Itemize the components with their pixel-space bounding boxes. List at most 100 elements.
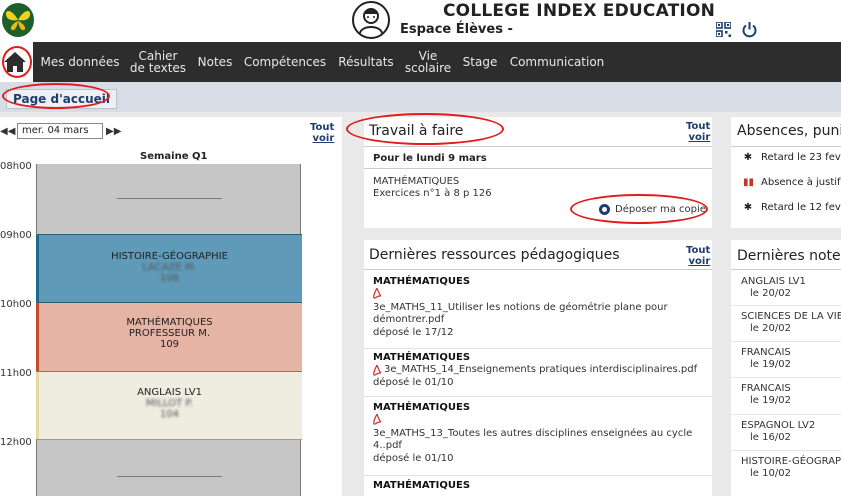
grade-subject: SCIENCES DE LA VIE: [741, 311, 841, 322]
divider: [364, 475, 712, 476]
agenda-see-all-line2: voir: [312, 133, 335, 144]
absences-card: Absences, puni ✱ Retard le 23 fev. ▮▮ Ab…: [731, 117, 841, 228]
grade-item[interactable]: FRANCAIS le 19/02: [741, 347, 791, 371]
homework-see-all-line2: voir: [688, 132, 711, 143]
divider: [364, 348, 712, 349]
nav-communication[interactable]: Communication: [508, 42, 606, 82]
homework-see-all-link[interactable]: Tout voir: [686, 121, 710, 143]
school-name: COLLEGE INDEX EDUCATION: [443, 1, 716, 21]
grade-date: le 10/02: [750, 468, 791, 479]
resource-file: 3e_MATHS_14_Enseignements pratiques inte…: [384, 364, 698, 375]
qr-code-icon[interactable]: [716, 22, 731, 37]
hour-label: 09h00: [0, 230, 32, 241]
divider: [731, 305, 841, 306]
student-avatar-icon[interactable]: [352, 1, 390, 39]
resources-card: Dernières ressources pédagogiques Tout v…: [364, 240, 712, 496]
course-room: 108: [159, 273, 180, 284]
tab-page-accueil[interactable]: Page d'accueil: [6, 89, 117, 109]
course-subject: ANGLAIS LV1: [137, 387, 202, 398]
grade-item[interactable]: ESPAGNOL LV2 le 16/02: [741, 420, 815, 444]
homework-title: Travail à faire: [369, 123, 464, 139]
running-icon: ✱: [743, 152, 753, 163]
divider: [731, 414, 841, 415]
divider: [731, 269, 841, 270]
resource-item[interactable]: MATHÉMATIQUES 3e_MATHS_13_Toutes les aut…: [373, 402, 708, 464]
grades-title: Dernières notes: [737, 248, 841, 264]
course-mathematiques[interactable]: MATHÉMATIQUES PROFESSEUR M. 109: [36, 303, 302, 372]
grade-subject: FRANCAIS: [741, 383, 791, 394]
absence-icon: ▮▮: [743, 177, 755, 188]
course-room: 109: [159, 339, 180, 350]
top-header: COLLEGE INDEX EDUCATION Espace Élèves -: [0, 0, 841, 42]
nav-notes[interactable]: Notes: [195, 42, 235, 82]
homework-text: Exercices n°1 à 8 p 126: [373, 188, 492, 199]
resource-subject: MATHÉMATIQUES: [373, 276, 471, 287]
cal-divider: [117, 198, 222, 199]
logo-butterfly-icon[interactable]: [2, 3, 34, 37]
grade-date: le 19/02: [750, 395, 791, 406]
divider: [731, 450, 841, 451]
absence-item[interactable]: ▮▮ Absence à justif: [743, 177, 841, 188]
absence-item[interactable]: ✱ Retard le 12 fev.: [743, 202, 841, 213]
home-icon: [4, 52, 26, 72]
main-nav: Mes données Cahier de textes Notes Compé…: [0, 42, 841, 82]
grade-item[interactable]: FRANCAIS le 19/02: [741, 383, 791, 407]
running-icon: ✱: [743, 202, 753, 213]
grade-date: le 20/02: [750, 288, 791, 299]
grades-card: Dernières notes ANGLAIS LV1 le 20/02 SCI…: [731, 240, 841, 496]
power-icon[interactable]: [741, 21, 758, 38]
date-field[interactable]: mer. 04 mars: [17, 123, 103, 139]
resources-see-all-link[interactable]: Tout voir: [686, 245, 710, 267]
deposit-copy-button[interactable]: Déposer ma copie: [599, 204, 706, 215]
nav-mes-donnees[interactable]: Mes données: [40, 42, 120, 82]
divider: [364, 168, 712, 169]
absence-text: Retard le 23 fev.: [761, 152, 841, 163]
course-room: 104: [159, 409, 180, 420]
absences-title: Absences, puni: [737, 123, 841, 139]
agenda-see-all-link[interactable]: Tout voir: [310, 122, 334, 144]
divider: [731, 377, 841, 378]
absence-text: Absence à justif: [761, 177, 841, 188]
grade-subject: FRANCAIS: [741, 347, 791, 358]
grade-date: le 16/02: [750, 432, 791, 443]
grade-subject: HISTOIRE-GÉOGRAP: [741, 456, 841, 467]
resource-file: 3e_MATHS_13_Toutes les autres discipline…: [373, 428, 693, 451]
grade-item[interactable]: ANGLAIS LV1 le 20/02: [741, 276, 806, 300]
home-button[interactable]: [0, 42, 33, 82]
grade-subject: ESPAGNOL LV2: [741, 420, 816, 431]
resources-title: Dernières ressources pédagogiques: [369, 247, 620, 263]
resource-item[interactable]: MATHÉMATIQUES 3e_MATHS_11_Utiliser les n…: [373, 276, 708, 338]
nav-competences[interactable]: Compétences: [243, 42, 327, 82]
prev-day-icon[interactable]: ◀◀: [0, 126, 15, 137]
grade-date: le 19/02: [750, 359, 791, 370]
nav-vie-scolaire[interactable]: Vie scolaire: [402, 42, 454, 82]
hour-label: 08h00: [0, 161, 32, 172]
divider: [364, 396, 712, 397]
date-control: ◀◀ mer. 04 mars ▶▶: [0, 123, 121, 139]
course-subject: MATHÉMATIQUES: [126, 317, 213, 328]
divider: [364, 269, 712, 270]
resource-subject: MATHÉMATIQUES: [373, 480, 471, 491]
course-teacher: LACAZE M.: [142, 262, 197, 273]
absence-item[interactable]: ✱ Retard le 23 fev.: [743, 152, 841, 163]
nav-stage[interactable]: Stage: [461, 42, 499, 82]
next-day-icon[interactable]: ▶▶: [106, 126, 121, 137]
resource-file: 3e_MATHS_11_Utiliser les notions de géom…: [373, 302, 668, 325]
absence-text: Retard le 12 fev.: [761, 202, 841, 213]
grade-item[interactable]: HISTOIRE-GÉOGRAP le 10/02: [741, 456, 841, 480]
grade-item[interactable]: SCIENCES DE LA VIE le 20/02: [741, 311, 841, 335]
cal-divider: [117, 476, 222, 477]
resource-subject: MATHÉMATIQUES: [373, 352, 471, 363]
agenda-see-all-line1: Tout: [310, 122, 335, 133]
resource-item[interactable]: MATHÉMATIQUES: [373, 480, 708, 492]
divider: [731, 341, 841, 342]
middle-column: Travail à faire Tout voir Pour le lundi …: [364, 117, 712, 496]
course-histoire-geo[interactable]: HISTOIRE-GÉOGRAPHIE LACAZE M. 108: [36, 234, 302, 303]
homework-day: Pour le lundi 9 mars: [373, 153, 487, 164]
course-anglais[interactable]: ANGLAIS LV1 MILLOT P. 104: [36, 372, 302, 440]
course-subject: HISTOIRE-GÉOGRAPHIE: [111, 251, 228, 262]
nav-resultats[interactable]: Résultats: [336, 42, 396, 82]
nav-cahier-de-textes[interactable]: Cahier de textes: [128, 42, 188, 82]
resource-item[interactable]: MATHÉMATIQUES 3e_MATHS_14_Enseignements …: [373, 352, 708, 388]
grade-subject: ANGLAIS LV1: [741, 276, 806, 287]
